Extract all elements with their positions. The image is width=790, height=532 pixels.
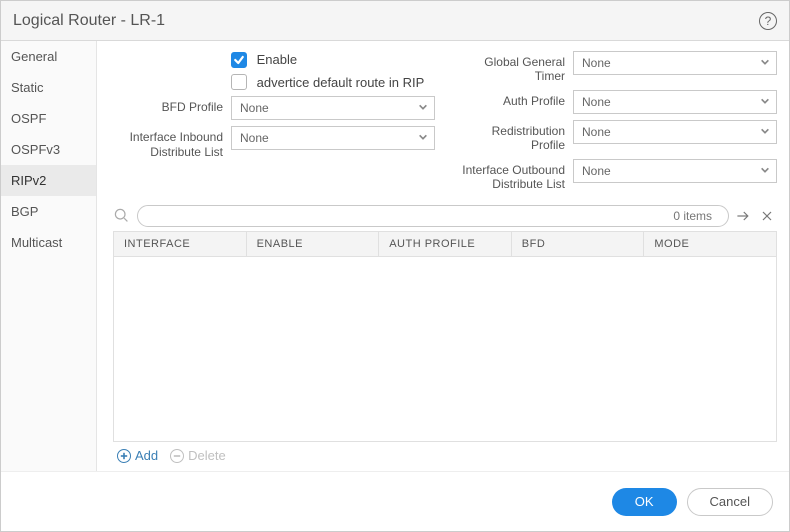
chevron-down-icon bbox=[760, 125, 770, 139]
advertise-default-label: advertice default route in RIP bbox=[257, 75, 425, 90]
table-header: INTERFACE ENABLE AUTH PROFILE BFD MODE bbox=[114, 232, 776, 257]
enable-checkbox[interactable] bbox=[231, 52, 247, 68]
iface-outbound-value: None bbox=[582, 164, 611, 178]
col-enable[interactable]: ENABLE bbox=[247, 232, 380, 256]
clear-filter-button[interactable] bbox=[757, 206, 777, 226]
minus-icon bbox=[170, 449, 184, 463]
apply-filter-button[interactable] bbox=[733, 206, 753, 226]
global-timer-label: Global General Timer bbox=[455, 51, 565, 84]
cancel-button[interactable]: Cancel bbox=[687, 488, 773, 516]
interfaces-table: INTERFACE ENABLE AUTH PROFILE BFD MODE bbox=[113, 231, 777, 442]
auth-profile-label: Auth Profile bbox=[455, 90, 565, 108]
form-col-right: Global General Timer None Auth Profile bbox=[455, 51, 777, 191]
iface-inbound-label: Interface Inbound Distribute List bbox=[113, 126, 223, 159]
add-label: Add bbox=[135, 448, 158, 463]
delete-button[interactable]: Delete bbox=[170, 448, 226, 463]
plus-icon bbox=[117, 449, 131, 463]
search-field-wrap: 0 items bbox=[137, 205, 729, 227]
bfd-profile-label: BFD Profile bbox=[113, 96, 223, 114]
dialog-title: Logical Router - LR-1 bbox=[13, 12, 165, 30]
sidebar-item-bgp[interactable]: BGP bbox=[1, 196, 96, 227]
table-toolbar: 0 items bbox=[113, 205, 777, 227]
chevron-down-icon bbox=[760, 164, 770, 178]
sidebar-item-ripv2[interactable]: RIPv2 bbox=[1, 165, 96, 196]
col-mode[interactable]: MODE bbox=[644, 232, 776, 256]
bfd-profile-value: None bbox=[240, 101, 269, 115]
items-count: 0 items bbox=[665, 209, 720, 223]
global-timer-value: None bbox=[582, 56, 611, 70]
redistribution-profile-label: Redistribution Profile bbox=[455, 120, 565, 153]
advertise-default-checkbox[interactable] bbox=[231, 74, 247, 90]
col-interface[interactable]: INTERFACE bbox=[114, 232, 247, 256]
help-icon[interactable]: ? bbox=[759, 12, 777, 30]
col-bfd[interactable]: BFD bbox=[512, 232, 645, 256]
logical-router-dialog: Logical Router - LR-1 ? General Static O… bbox=[0, 0, 790, 532]
add-button[interactable]: Add bbox=[117, 448, 158, 463]
sidebar-item-static[interactable]: Static bbox=[1, 72, 96, 103]
chevron-down-icon bbox=[418, 131, 428, 145]
iface-inbound-value: None bbox=[240, 131, 269, 145]
sidebar-item-ospf[interactable]: OSPF bbox=[1, 103, 96, 134]
chevron-down-icon bbox=[760, 95, 770, 109]
chevron-down-icon bbox=[418, 101, 428, 115]
auth-profile-value: None bbox=[582, 95, 611, 109]
iface-outbound-select[interactable]: None bbox=[573, 159, 777, 183]
main-panel: Enable advertice default route in RIP bbox=[97, 41, 789, 471]
ok-button[interactable]: OK bbox=[612, 488, 677, 516]
sidebar-item-multicast[interactable]: Multicast bbox=[1, 227, 96, 258]
enable-label: Enable bbox=[257, 52, 297, 67]
bfd-profile-select[interactable]: None bbox=[231, 96, 435, 120]
form-area: Enable advertice default route in RIP bbox=[113, 51, 777, 191]
sidebar-item-general[interactable]: General bbox=[1, 41, 96, 72]
search-icon bbox=[113, 207, 133, 226]
col-auth-profile[interactable]: AUTH PROFILE bbox=[379, 232, 512, 256]
redistribution-profile-value: None bbox=[582, 125, 611, 139]
form-col-left: Enable advertice default route in RIP bbox=[113, 51, 435, 191]
auth-profile-select[interactable]: None bbox=[573, 90, 777, 114]
table-body bbox=[114, 257, 776, 441]
chevron-down-icon bbox=[760, 56, 770, 70]
table-actions: Add Delete bbox=[113, 442, 777, 463]
sidebar: General Static OSPF OSPFv3 RIPv2 BGP Mul… bbox=[1, 41, 97, 471]
sidebar-item-ospfv3[interactable]: OSPFv3 bbox=[1, 134, 96, 165]
dialog-footer: OK Cancel bbox=[1, 471, 789, 531]
delete-label: Delete bbox=[188, 448, 226, 463]
dialog-body: General Static OSPF OSPFv3 RIPv2 BGP Mul… bbox=[1, 41, 789, 471]
global-timer-select[interactable]: None bbox=[573, 51, 777, 75]
iface-outbound-label: Interface Outbound Distribute List bbox=[455, 159, 565, 192]
titlebar: Logical Router - LR-1 ? bbox=[1, 1, 789, 41]
iface-inbound-select[interactable]: None bbox=[231, 126, 435, 150]
redistribution-profile-select[interactable]: None bbox=[573, 120, 777, 144]
search-input[interactable] bbox=[146, 208, 665, 224]
